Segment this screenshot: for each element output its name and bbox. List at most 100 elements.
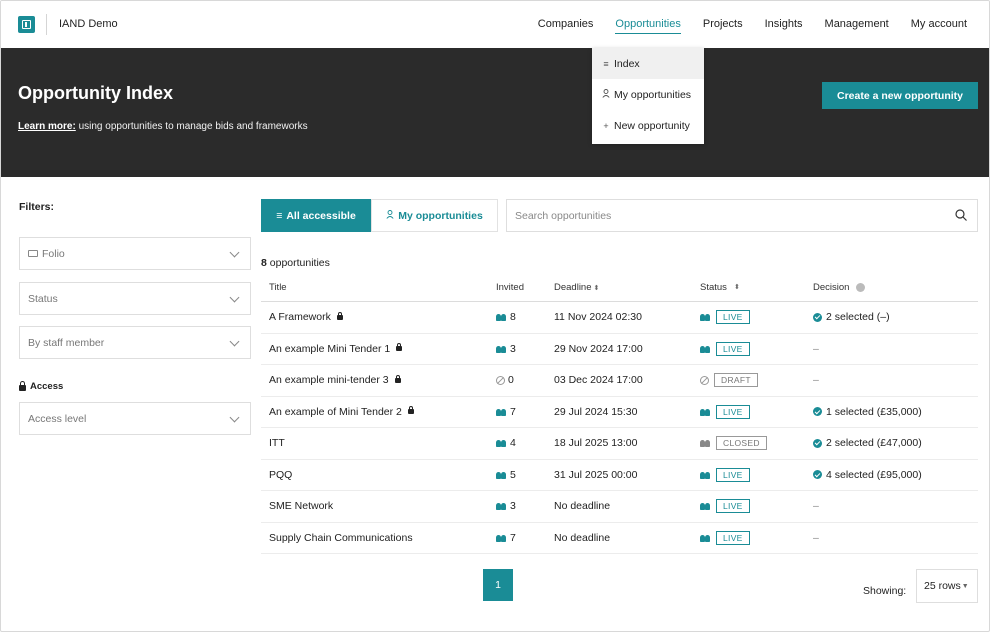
tab-my-opportunities[interactable]: My opportunities bbox=[371, 199, 498, 232]
decision-text: 1 selected (£35,000) bbox=[826, 405, 922, 418]
opportunity-title[interactable]: A Framework bbox=[269, 311, 331, 323]
top-navigation-bar: IAND Demo Companies Opportunities Projec… bbox=[1, 1, 989, 48]
cell-title[interactable]: Supply Chain Communications bbox=[261, 532, 496, 544]
decision-text: – bbox=[813, 342, 819, 355]
staff-select-label: By staff member bbox=[28, 336, 105, 349]
status-badge: LIVE bbox=[716, 467, 750, 482]
plus-icon: + bbox=[603, 120, 609, 131]
dropdown-item-index[interactable]: ≡ Index bbox=[592, 48, 704, 79]
table-row[interactable]: A Framework 8 11 Nov 2024 02:30 LIVE 2 selec… bbox=[261, 302, 978, 334]
rows-per-page-select[interactable]: 25 rows ▼ bbox=[916, 569, 978, 603]
logo-divider bbox=[46, 14, 47, 35]
create-opportunity-button[interactable]: Create a new opportunity bbox=[822, 82, 978, 109]
nav-my-account[interactable]: My account bbox=[911, 18, 967, 30]
invited-count: 4 bbox=[510, 437, 516, 450]
check-circle-icon bbox=[813, 438, 822, 448]
cell-decision: 1 selected (£35,000) bbox=[813, 406, 978, 418]
status-badge: CLOSED bbox=[716, 436, 767, 451]
cell-status: DRAFT bbox=[700, 373, 813, 388]
cell-decision: – bbox=[813, 374, 978, 386]
cell-title[interactable]: An example Mini Tender 1 bbox=[261, 343, 496, 355]
lock-icon bbox=[407, 406, 414, 415]
logo-icon[interactable] bbox=[18, 16, 35, 33]
nav-projects[interactable]: Projects bbox=[703, 18, 743, 30]
opportunity-title[interactable]: An example mini-tender 3 bbox=[269, 374, 389, 386]
table-body: A Framework 8 11 Nov 2024 02:30 LIVE 2 selec… bbox=[261, 302, 978, 554]
check-circle-icon bbox=[813, 470, 822, 480]
cell-decision: – bbox=[813, 532, 978, 544]
column-header-title[interactable]: Title bbox=[261, 282, 496, 293]
dropdown-item-new-opportunity[interactable]: + New opportunity bbox=[592, 110, 704, 141]
nav-management[interactable]: Management bbox=[825, 18, 889, 30]
access-level-select[interactable]: Access level bbox=[19, 402, 251, 435]
opportunity-title[interactable]: An example of Mini Tender 2 bbox=[269, 406, 402, 418]
learn-more-link[interactable]: Learn more: bbox=[18, 121, 76, 132]
tab-label: My opportunities bbox=[398, 209, 483, 222]
cell-deadline: 31 Jul 2025 00:00 bbox=[554, 468, 638, 481]
people-icon bbox=[700, 471, 711, 479]
cell-title[interactable]: A Framework bbox=[261, 311, 496, 323]
people-icon bbox=[700, 345, 711, 353]
people-icon bbox=[496, 313, 507, 322]
opportunity-title[interactable]: Supply Chain Communications bbox=[269, 532, 413, 544]
column-header-status-label: Status bbox=[700, 281, 727, 293]
invited-count: 7 bbox=[510, 405, 516, 418]
column-header-deadline[interactable]: Deadline ⬍ bbox=[554, 282, 700, 293]
tab-all-accessible[interactable]: ≡ All accessible bbox=[261, 199, 371, 232]
cell-decision: – bbox=[813, 343, 978, 355]
cell-status: LIVE bbox=[700, 530, 813, 545]
opportunity-title[interactable]: An example Mini Tender 1 bbox=[269, 343, 390, 355]
dropdown-item-my-opportunities[interactable]: My opportunities bbox=[592, 79, 704, 110]
column-header-invited: Invited bbox=[496, 281, 524, 293]
person-icon bbox=[386, 209, 394, 222]
cell-title[interactable]: SME Network bbox=[261, 500, 496, 512]
search-input[interactable] bbox=[507, 209, 937, 222]
folio-select[interactable]: Folio bbox=[19, 237, 251, 270]
nav-insights[interactable]: Insights bbox=[765, 18, 803, 30]
decision-text: 4 selected (£95,000) bbox=[826, 468, 922, 481]
column-header-status[interactable]: Status ⬍ bbox=[700, 282, 813, 293]
cell-title[interactable]: PQQ bbox=[261, 469, 496, 481]
cell-title[interactable]: ITT bbox=[261, 437, 496, 449]
nav-companies[interactable]: Companies bbox=[538, 18, 594, 30]
table-row[interactable]: Supply Chain Communications 7 No deadline L… bbox=[261, 523, 978, 554]
status-badge: LIVE bbox=[716, 404, 750, 419]
opportunity-title[interactable]: PQQ bbox=[269, 469, 292, 481]
folder-icon bbox=[28, 250, 38, 257]
chevron-down-icon bbox=[229, 336, 240, 347]
people-icon bbox=[496, 408, 507, 416]
people-icon bbox=[700, 534, 711, 542]
table-row[interactable]: An example Mini Tender 1 3 29 Nov 2024 17:… bbox=[261, 334, 978, 365]
staff-member-select[interactable]: By staff member bbox=[19, 326, 251, 359]
tab-label: All accessible bbox=[286, 209, 356, 222]
folio-select-label: Folio bbox=[42, 247, 65, 260]
dropdown-item-label: My opportunities bbox=[614, 88, 692, 101]
cell-title[interactable]: An example mini-tender 3 bbox=[261, 374, 496, 386]
cell-status: LIVE bbox=[700, 467, 813, 482]
page-title: Opportunity Index bbox=[18, 83, 173, 103]
pagination-page-1[interactable]: 1 bbox=[483, 569, 513, 601]
chevron-down-icon bbox=[229, 292, 240, 303]
search-icon[interactable] bbox=[955, 209, 967, 221]
nav-opportunities[interactable]: Opportunities bbox=[615, 18, 682, 34]
people-icon bbox=[496, 534, 507, 542]
table-row[interactable]: ITT 4 18 Jul 2025 13:00 CLOSED 2 selected (£… bbox=[261, 428, 978, 460]
status-select[interactable]: Status bbox=[19, 282, 251, 315]
opportunity-title[interactable]: ITT bbox=[269, 437, 285, 449]
cell-status: CLOSED bbox=[700, 436, 813, 451]
table-row[interactable]: An example of Mini Tender 2 7 29 Jul 2024 … bbox=[261, 397, 978, 428]
opportunity-title[interactable]: SME Network bbox=[269, 500, 333, 512]
cell-decision: 2 selected (–) bbox=[813, 311, 978, 323]
list-icon: ≡ bbox=[276, 209, 283, 222]
table-header: Title Invited Deadline ⬍ Status ⬍ Decision bbox=[261, 273, 978, 302]
app-window: IAND Demo Companies Opportunities Projec… bbox=[0, 0, 990, 632]
table-row[interactable]: PQQ 5 31 Jul 2025 00:00 LIVE 4 selected (£95… bbox=[261, 460, 978, 491]
cell-deadline: 03 Dec 2024 17:00 bbox=[554, 374, 643, 387]
cell-title[interactable]: An example of Mini Tender 2 bbox=[261, 406, 496, 418]
table-row[interactable]: SME Network 3 No deadline LIVE – bbox=[261, 491, 978, 523]
dropdown-item-label: Index bbox=[614, 57, 640, 70]
info-icon[interactable] bbox=[856, 282, 866, 292]
cell-deadline: 18 Jul 2025 13:00 bbox=[554, 437, 638, 450]
table-row[interactable]: An example mini-tender 3 0 03 Dec 2024 17:… bbox=[261, 365, 978, 397]
status-badge: DRAFT bbox=[714, 373, 758, 388]
